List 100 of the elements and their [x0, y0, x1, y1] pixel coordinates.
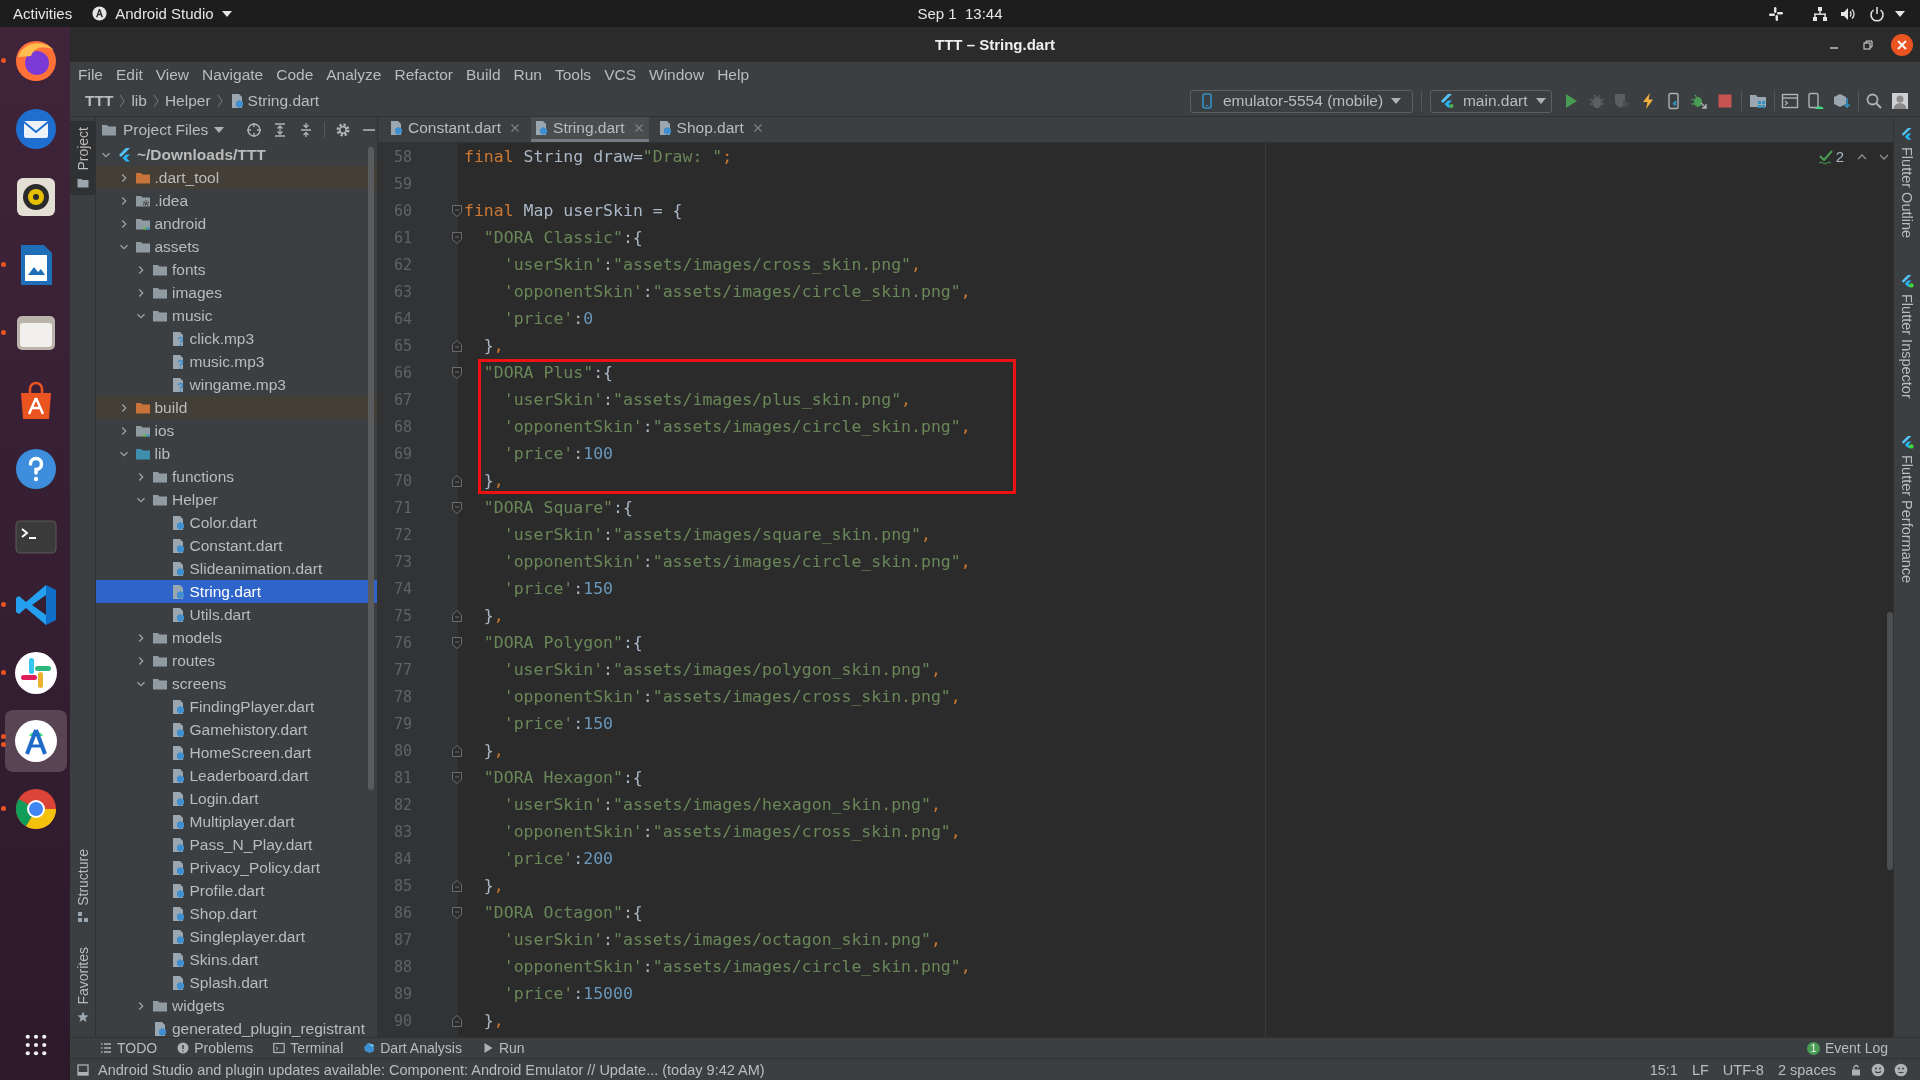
- editor-tab[interactable]: Constant.dart: [386, 117, 526, 142]
- check-icon[interactable]: [1817, 148, 1834, 165]
- menu-item[interactable]: File: [78, 66, 103, 84]
- smiley-icon[interactable]: [1894, 1062, 1908, 1077]
- tree-item[interactable]: music.mp3: [96, 350, 377, 373]
- activities-button[interactable]: Activities: [13, 5, 73, 22]
- folder-grid-icon[interactable]: [1748, 92, 1767, 110]
- network-icon[interactable]: [1812, 5, 1828, 22]
- editor-tab[interactable]: Shop.dart: [654, 117, 768, 142]
- tree-item[interactable]: Singleplayer.dart: [96, 925, 377, 948]
- fold-icon[interactable]: [452, 744, 462, 757]
- tree-item[interactable]: FindingPlayer.dart: [96, 695, 377, 718]
- run-config-selector[interactable]: main.dart: [1429, 89, 1552, 113]
- tree-item[interactable]: wingame.mp3: [96, 373, 377, 396]
- tool-window-button[interactable]: Problems: [177, 1040, 254, 1056]
- tree-item[interactable]: Leaderboard.dart: [96, 764, 377, 787]
- tool-window-button[interactable]: Run: [481, 1040, 525, 1056]
- crosshair-icon[interactable]: [246, 122, 263, 138]
- fold-icon[interactable]: [452, 636, 462, 649]
- menu-item[interactable]: Window: [649, 66, 705, 84]
- tree-item[interactable]: models: [96, 626, 377, 649]
- fold-icon[interactable]: [452, 366, 462, 379]
- menu-item[interactable]: Edit: [116, 66, 143, 84]
- app-menu[interactable]: Android Studio: [92, 5, 232, 22]
- lock-icon[interactable]: [1850, 1063, 1862, 1076]
- menu-item[interactable]: View: [155, 66, 190, 84]
- fold-icon[interactable]: [452, 879, 462, 892]
- tree-item[interactable]: android: [96, 212, 377, 235]
- event-log-button[interactable]: 1 Event Log: [1806, 1040, 1888, 1056]
- tree-item[interactable]: widgets: [96, 994, 377, 1017]
- tree-item[interactable]: .dart_tool: [96, 166, 377, 189]
- settings-icon[interactable]: [335, 122, 351, 138]
- fold-icon[interactable]: [452, 906, 462, 919]
- menu-item[interactable]: Analyze: [326, 66, 382, 84]
- tool-window-tab[interactable]: Project: [70, 121, 95, 195]
- stop-icon[interactable]: [1716, 92, 1735, 110]
- tree-item[interactable]: generated_plugin_registrant: [96, 1017, 377, 1037]
- tree-item[interactable]: screens: [96, 672, 377, 695]
- menu-item[interactable]: Navigate: [202, 66, 264, 84]
- tree-item[interactable]: lib: [96, 442, 377, 465]
- status-message[interactable]: Android Studio and plugin updates available: Component: Android Emulator // Update... (today 9:42 AM): [98, 1061, 765, 1078]
- fold-icon[interactable]: [452, 1014, 462, 1027]
- menu-item[interactable]: Build: [466, 66, 501, 84]
- fold-icon[interactable]: [452, 339, 462, 352]
- tree-item[interactable]: Constant.dart: [96, 534, 377, 557]
- tree-item[interactable]: routes: [96, 649, 377, 672]
- fold-icon[interactable]: [452, 609, 462, 622]
- tool-window-tab[interactable]: Favorites: [70, 941, 95, 1029]
- window-icon[interactable]: [1781, 92, 1800, 110]
- file-encoding[interactable]: UTF-8: [1722, 1061, 1764, 1078]
- scrollbar[interactable]: [1887, 612, 1893, 870]
- tree-item[interactable]: Utils.dart: [96, 603, 377, 626]
- tree-item[interactable]: Helper: [96, 488, 377, 511]
- tree-item[interactable]: Gamehistory.dart: [96, 718, 377, 741]
- tool-window-tab[interactable]: Flutter Inspector: [1899, 274, 1915, 399]
- tool-window-button[interactable]: TODO: [100, 1040, 158, 1056]
- clock[interactable]: Sep 1 13:44: [917, 5, 1003, 22]
- tool-window-button[interactable]: Terminal: [273, 1040, 344, 1056]
- tree-item[interactable]: functions: [96, 465, 377, 488]
- breadcrumb-item[interactable]: Helper: [164, 92, 211, 110]
- breadcrumb-item[interactable]: String.dart: [228, 92, 320, 110]
- power-icon[interactable]: [1869, 5, 1885, 22]
- square-icon[interactable]: [77, 1063, 89, 1076]
- fold-icon[interactable]: [452, 231, 462, 244]
- avatar-icon[interactable]: [1891, 92, 1910, 110]
- restore-icon[interactable]: [1863, 39, 1873, 50]
- fold-icon[interactable]: [452, 501, 462, 514]
- phone-robot-icon[interactable]: [1807, 92, 1826, 110]
- scrollbar[interactable]: [368, 147, 374, 790]
- caret-icon[interactable]: [1895, 10, 1905, 17]
- view-dropdown[interactable]: Project Files: [101, 121, 225, 139]
- menu-item[interactable]: Code: [276, 66, 314, 84]
- smiley-icon[interactable]: [1871, 1062, 1885, 1077]
- menu-item[interactable]: VCS: [604, 66, 636, 84]
- tree-item[interactable]: Slideanimation.dart: [96, 557, 377, 580]
- tree-item[interactable]: build: [96, 396, 377, 419]
- inspection-count[interactable]: 2: [1835, 148, 1844, 165]
- tree-item[interactable]: click.mp3: [96, 327, 377, 350]
- tree-item[interactable]: String.dart: [96, 580, 377, 603]
- tree-item[interactable]: Shop.dart: [96, 902, 377, 925]
- cursor-position[interactable]: 15:1: [1649, 1061, 1678, 1078]
- box-download-icon[interactable]: [1832, 92, 1851, 110]
- line-ending[interactable]: LF: [1691, 1061, 1709, 1078]
- tree-item[interactable]: Skins.dart: [96, 948, 377, 971]
- fold-icon[interactable]: [452, 771, 462, 784]
- tool-window-tab[interactable]: Structure: [70, 842, 95, 930]
- tool-window-tab[interactable]: Flutter Outline: [1899, 127, 1915, 239]
- menu-item[interactable]: Help: [717, 66, 750, 84]
- tree-item[interactable]: HomeScreen.dart: [96, 741, 377, 764]
- menu-item[interactable]: Tools: [554, 66, 592, 84]
- tool-window-tab[interactable]: Flutter Performance: [1899, 434, 1915, 583]
- tree-item[interactable]: Color.dart: [96, 511, 377, 534]
- menu-item[interactable]: Run: [513, 66, 542, 84]
- tree-item[interactable]: ~/Downloads/TTT: [96, 143, 377, 166]
- tree-item[interactable]: Splash.dart: [96, 971, 377, 994]
- device-selector[interactable]: emulator-5554 (mobile): [1189, 89, 1413, 113]
- fold-icon[interactable]: [452, 204, 462, 217]
- close-icon[interactable]: [1891, 33, 1913, 56]
- tree-item[interactable]: Pass_N_Play.dart: [96, 833, 377, 856]
- tree-item[interactable]: ios: [96, 419, 377, 442]
